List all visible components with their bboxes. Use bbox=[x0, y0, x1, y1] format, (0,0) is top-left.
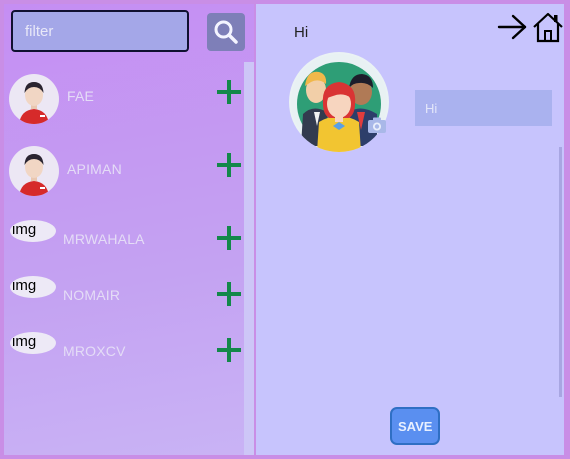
avatar-broken-image: img bbox=[10, 332, 56, 354]
profile-picture[interactable] bbox=[289, 52, 389, 152]
add-user-button[interactable] bbox=[215, 78, 243, 106]
contacts-panel: FAE APIMAN img MRWAHALA bbox=[4, 4, 254, 455]
home-button[interactable] bbox=[531, 10, 565, 44]
search-icon bbox=[214, 20, 238, 44]
list-item[interactable]: img NOMAIR bbox=[4, 276, 244, 332]
user-name: MROXCV bbox=[63, 343, 126, 359]
filter-input[interactable] bbox=[11, 10, 189, 52]
list-item[interactable]: APIMAN bbox=[4, 146, 244, 202]
user-name: APIMAN bbox=[67, 161, 122, 177]
group-avatar-image bbox=[291, 54, 387, 152]
user-name: FAE bbox=[67, 88, 95, 104]
list-item[interactable]: img MROXCV bbox=[4, 332, 244, 388]
list-scrollbar[interactable] bbox=[244, 62, 254, 455]
app-window: FAE APIMAN img MRWAHALA bbox=[0, 0, 570, 459]
save-button[interactable]: SAVE bbox=[390, 407, 440, 445]
user-name: MRWAHALA bbox=[63, 231, 145, 247]
avatar-broken-image: img bbox=[10, 220, 56, 242]
add-user-button[interactable] bbox=[215, 224, 243, 252]
list-item[interactable]: img MRWAHALA bbox=[4, 220, 244, 276]
exit-button[interactable] bbox=[496, 12, 530, 42]
user-name: NOMAIR bbox=[63, 287, 121, 303]
greeting-text: Hi bbox=[294, 24, 309, 41]
name-input[interactable] bbox=[415, 90, 552, 126]
add-user-button[interactable] bbox=[215, 151, 243, 179]
add-user-button[interactable] bbox=[215, 336, 243, 364]
avatar bbox=[9, 146, 59, 196]
profile-panel: Hi Hi SAVE bbox=[256, 4, 564, 455]
arrow-right-icon bbox=[497, 14, 527, 40]
avatar-broken-image: img bbox=[10, 276, 56, 298]
add-user-button[interactable] bbox=[215, 280, 243, 308]
camera-icon[interactable] bbox=[367, 116, 387, 134]
list-item[interactable]: FAE bbox=[4, 74, 244, 130]
search-button[interactable] bbox=[207, 13, 245, 51]
avatar bbox=[9, 74, 59, 124]
profile-scrollbar[interactable] bbox=[559, 147, 562, 397]
home-icon bbox=[533, 12, 563, 43]
